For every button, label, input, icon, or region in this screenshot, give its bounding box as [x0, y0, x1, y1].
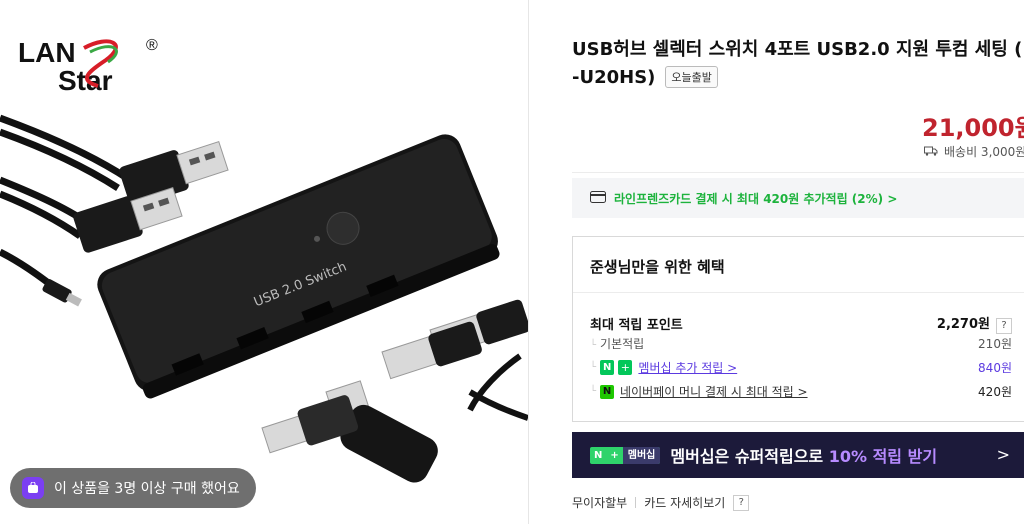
product-page: LAN Star ® USB 2.0 Switch 이 상품을 3명 이상 구매… [0, 0, 1024, 524]
benefit-box: 준생님만을 위한 혜택 최대 적립 포인트 2,270원? └ 기본적립 210원… [572, 236, 1024, 422]
card-detail-link[interactable]: 카드 자세히보기 [644, 494, 725, 511]
usb-switch-illustration: USB 2.0 Switch [0, 114, 528, 483]
product-title-line2: -U20HS) [572, 66, 656, 88]
card-icon [590, 190, 606, 206]
max-points-label: 최대 적립 포인트 [590, 318, 683, 333]
membership-badge-text: 멤버십 [622, 446, 661, 464]
benefit-title: 준생님만을 위한 혜택 [590, 258, 725, 276]
max-points-value-wrap: 2,270원? [937, 313, 1012, 334]
basic-points-label: 기본적립 [600, 337, 645, 351]
member-points-link[interactable]: 멤버십 추가 적립 > [638, 359, 737, 376]
purchase-notice-text: 이 상품을 3명 이상 구매 했어요 [54, 481, 240, 497]
installment-link[interactable]: 무이자할부 [572, 494, 627, 511]
help-button[interactable]: ? [996, 318, 1012, 334]
npay-icon: N [600, 384, 615, 399]
truck-icon [924, 145, 938, 159]
membership-banner[interactable]: N + 멤버십 멤버십은 슈퍼적립으로 10% 적립 받기 > [572, 432, 1024, 478]
max-points-row: 최대 적립 포인트 2,270원? [590, 313, 1012, 334]
divider [635, 497, 637, 508]
naver-n-icon: N [594, 449, 603, 461]
membership-badge: N + 멤버십 [590, 446, 661, 464]
basic-points-label-wrap: └ 기본적립 [590, 335, 644, 352]
npay-points-link[interactable]: 네이버페이 머니 결제 시 최대 적립 > [620, 383, 808, 400]
product-info-panel: USB허브 셀렉터 스위치 4포트 USB2.0 지원 투컴 세팅 (LS -U… [572, 0, 1024, 524]
bag-icon [22, 477, 44, 499]
membership-text-main: 멤버십은 슈퍼적립으로 [670, 447, 829, 466]
card-benefit-banner[interactable]: 라인프렌즈카드 결제 시 최대 420원 추가적립 (2%) > [572, 178, 1024, 218]
payment-links: 무이자할부 카드 자세히보기 ? [572, 494, 750, 511]
product-price: 21,000원 [922, 114, 1024, 142]
chevron-right-icon: > [996, 445, 1010, 464]
help-button[interactable]: ? [733, 494, 750, 511]
purchase-count-notice: 이 상품을 3명 이상 구매 했어요 [10, 468, 256, 508]
today-shipping-badge: 오늘출발 [665, 66, 718, 88]
member-points-label-wrap: └ N + 멤버십 추가 적립 > [590, 359, 737, 376]
membership-text-accent: 10% 적립 받기 [828, 447, 938, 466]
naver-n-badge: N [600, 360, 615, 375]
membership-banner-text: 멤버십은 슈퍼적립으로 10% 적립 받기 [670, 443, 937, 467]
max-points-value: 2,270원 [936, 317, 990, 332]
plus-icon: + [618, 360, 633, 375]
plus-icon: + [610, 449, 619, 461]
product-title-line1: USB허브 셀렉터 스위치 4포트 USB2.0 지원 투컴 세팅 (LS [572, 39, 1024, 60]
tree-branch-icon: └ [590, 362, 597, 373]
divider [572, 172, 1024, 173]
shipping-text: 배송비 3,000원 [944, 145, 1024, 159]
shipping-fee: 배송비 3,000원 [924, 143, 1024, 160]
product-image[interactable]: LAN Star ® USB 2.0 Switch 이 상품을 3명 이상 구매… [0, 0, 528, 524]
npay-points-value: 420원 [978, 385, 1012, 399]
column-divider [528, 0, 529, 524]
basic-points-value: 210원 [978, 337, 1012, 351]
tree-branch-icon: └ [590, 386, 597, 397]
basic-points-row: └ 기본적립 210원 [590, 335, 1012, 352]
npay-points-label-wrap: └ N 네이버페이 머니 결제 시 최대 적립 > [590, 383, 808, 400]
product-title-line2-row: -U20HS) 오늘출발 [572, 66, 718, 88]
tree-branch-icon: └ [590, 340, 597, 351]
divider [573, 292, 1024, 293]
member-points-row: └ N + 멤버십 추가 적립 > 840원 [590, 359, 1012, 376]
member-points-value: 840원 [978, 361, 1012, 375]
card-benefit-text: 라인프렌즈카드 결제 시 최대 420원 추가적립 (2%) > [614, 191, 898, 206]
npay-points-row: └ N 네이버페이 머니 결제 시 최대 적립 > 420원 [590, 383, 1012, 400]
